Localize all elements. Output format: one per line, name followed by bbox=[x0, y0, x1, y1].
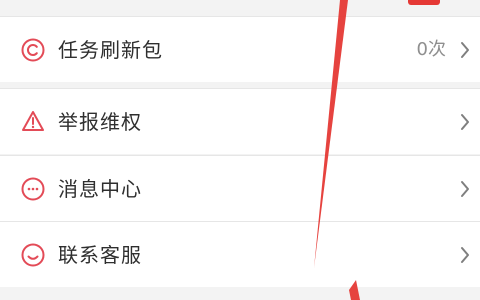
chevron-right-icon bbox=[458, 112, 472, 132]
menu-item-label: 任务刷新包 bbox=[58, 38, 163, 62]
bottom-divider bbox=[0, 294, 480, 300]
chevron-right-icon bbox=[458, 245, 472, 265]
coin-icon bbox=[20, 37, 46, 63]
menu-item-label: 联系客服 bbox=[58, 243, 142, 267]
menu-item-label: 举报维权 bbox=[58, 110, 142, 134]
customer-service-icon bbox=[20, 242, 46, 268]
screen: 任务刷新包 0次 举报维权 消息中心 联系客服 bbox=[0, 0, 480, 300]
menu-item-contact-support[interactable]: 联系客服 bbox=[0, 221, 480, 287]
chevron-right-icon bbox=[458, 40, 472, 60]
menu-item-message-center[interactable]: 消息中心 bbox=[0, 155, 480, 221]
menu-list: 任务刷新包 0次 举报维权 消息中心 联系客服 bbox=[0, 0, 480, 300]
chevron-right-icon bbox=[458, 179, 472, 199]
task-refresh-count: 0次 bbox=[416, 39, 446, 60]
menu-item-label: 消息中心 bbox=[58, 177, 142, 201]
menu-item-task-refresh-pack[interactable]: 任务刷新包 0次 bbox=[0, 16, 480, 82]
menu-item-report-rights[interactable]: 举报维权 bbox=[0, 88, 480, 154]
warning-icon bbox=[20, 109, 46, 135]
message-icon bbox=[20, 176, 46, 202]
